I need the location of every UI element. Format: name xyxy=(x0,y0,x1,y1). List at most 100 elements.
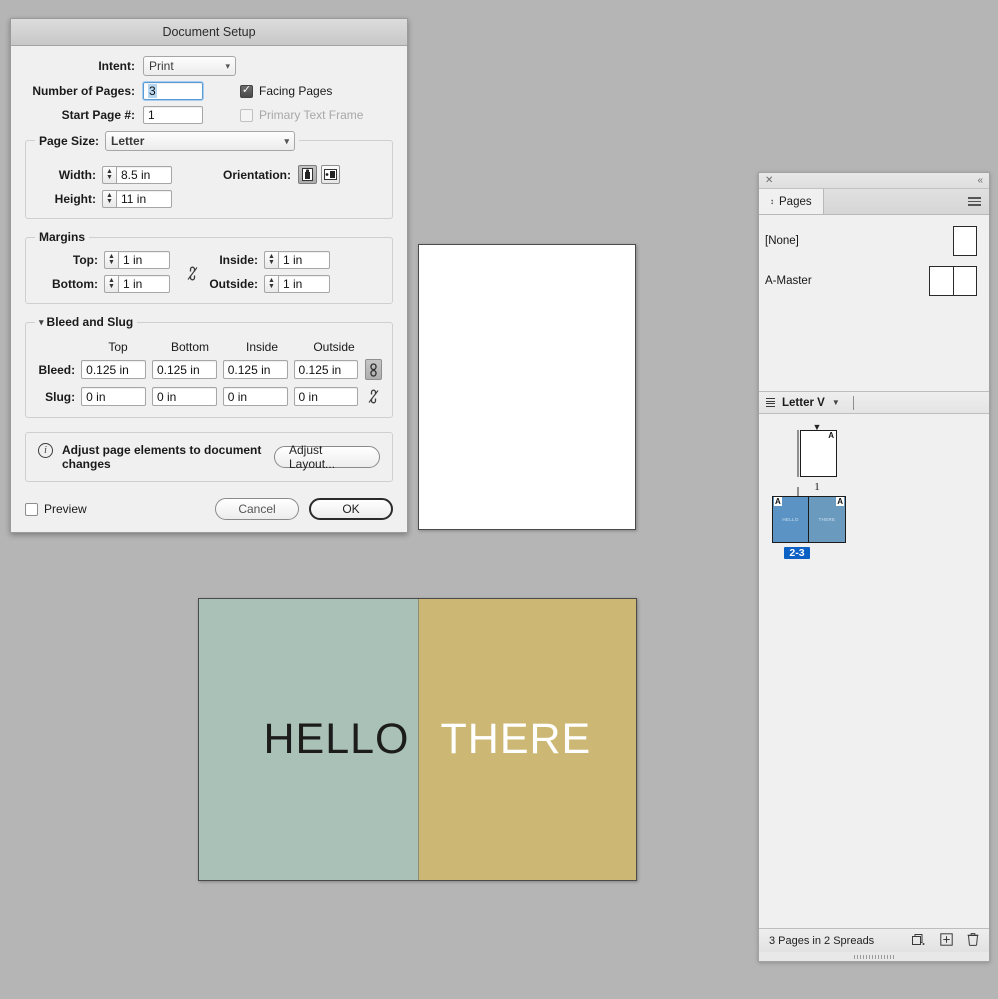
bleed-slug-title: Bleed and Slug xyxy=(46,315,134,329)
page-thumbnail-2[interactable]: A HELLO xyxy=(772,496,809,543)
portrait-icon xyxy=(302,168,313,181)
page-size-select[interactable]: Letter ▾ xyxy=(105,131,296,151)
primary-text-frame-checkbox[interactable]: Primary Text Frame xyxy=(240,108,363,122)
slug-bottom-input[interactable]: 0 in xyxy=(151,387,217,406)
bleed-outside-input[interactable]: 0.125 in xyxy=(293,360,359,379)
slug-outside-value: 0 in xyxy=(298,389,318,404)
margin-inside-stepper[interactable]: ▲ ▼ xyxy=(264,251,278,269)
panel-menu-area xyxy=(824,189,989,214)
list-icon[interactable] xyxy=(766,397,775,408)
margin-inside-label: Inside: xyxy=(219,253,258,267)
dialog-footer: Preview Cancel OK xyxy=(25,498,393,520)
preview-checkbox[interactable]: Preview xyxy=(25,502,87,516)
master-thumbnail-a-master[interactable] xyxy=(929,266,977,296)
master-item-none[interactable]: [None] xyxy=(759,221,989,261)
margin-inside-input[interactable]: 1 in xyxy=(278,251,330,269)
panel-top-bar: ✕ « xyxy=(759,173,989,189)
chevron-down-icon: ▾ xyxy=(225,60,230,71)
intent-label: Intent: xyxy=(98,59,135,73)
master-thumbnail-none[interactable] xyxy=(953,226,977,256)
margins-link-toggle[interactable] xyxy=(184,263,201,284)
stepper-down-icon: ▼ xyxy=(108,259,115,266)
page-item-1[interactable]: ▼ A 1 xyxy=(797,423,837,493)
margin-top-stepper[interactable]: ▲ ▼ xyxy=(104,251,118,269)
divider xyxy=(852,395,854,410)
slug-inside-input[interactable]: 0 in xyxy=(222,387,288,406)
primary-text-frame-label: Primary Text Frame xyxy=(259,108,364,122)
width-input[interactable]: 8.5 in xyxy=(116,165,172,184)
stepper-down-icon: ▼ xyxy=(106,198,113,205)
landscape-icon xyxy=(324,169,337,180)
canvas-page-2[interactable]: HELLO xyxy=(199,599,418,880)
page-thumbnail-1[interactable]: A xyxy=(800,430,837,477)
slug-top-value: 0 in xyxy=(86,389,106,404)
adjust-layout-button[interactable]: Adjust Layout... xyxy=(274,443,380,471)
width-label: Width: xyxy=(58,167,96,182)
master-badge: A xyxy=(836,497,844,506)
facing-pages-checkbox[interactable]: Facing Pages xyxy=(240,84,332,98)
height-row: Height: ▲ ▼ 11 in xyxy=(36,190,382,208)
bleed-inside-value: 0.125 in xyxy=(227,362,271,377)
master-item-a-master[interactable]: A-Master xyxy=(759,261,989,301)
bleed-top-input[interactable]: 0.125 in xyxy=(81,360,146,379)
page-item-2-3[interactable]: A HELLO A THERE 2-3 xyxy=(772,487,846,559)
adjust-layout-box: i Adjust page elements to document chang… xyxy=(25,432,393,482)
collapse-icon[interactable]: « xyxy=(977,175,983,186)
page-thumbnail-3[interactable]: A THERE xyxy=(809,496,846,543)
ok-button[interactable]: OK xyxy=(309,498,393,520)
cancel-button[interactable]: Cancel xyxy=(215,498,299,520)
start-page-input[interactable]: 1 xyxy=(143,106,203,124)
close-icon[interactable]: ✕ xyxy=(765,175,773,186)
chevron-down-icon[interactable]: ▼ xyxy=(832,398,840,407)
bleed-inside-input[interactable]: 0.125 in xyxy=(222,360,288,379)
orientation-landscape-button[interactable] xyxy=(321,165,340,184)
checkbox-icon-empty xyxy=(240,108,253,122)
bleed-bottom-input[interactable]: 0.125 in xyxy=(151,360,217,379)
margin-bottom-stepper[interactable]: ▲ ▼ xyxy=(104,275,118,293)
dialog-body: Intent: Print ▾ Number of Pages: 3 Facin… xyxy=(11,46,407,532)
start-page-value: 1 xyxy=(148,108,155,122)
panel-status-bar: 3 Pages in 2 Spreads xyxy=(759,928,989,952)
adjust-layout-message: Adjust page elements to document changes xyxy=(62,443,262,471)
canvas-page-3[interactable]: THERE xyxy=(417,599,636,880)
page-size-value: Letter xyxy=(111,134,145,148)
bleed-slug-header[interactable]: ▾ Bleed and Slug xyxy=(35,315,138,329)
intent-select[interactable]: Print ▾ xyxy=(143,56,236,76)
page-number-label-selected: 2-3 xyxy=(784,547,810,559)
bleed-link-toggle[interactable] xyxy=(365,359,382,380)
masters-list[interactable]: [None] A-Master xyxy=(759,215,989,392)
pages-panel: ✕ « ↕ Pages [None] A-Master Letter V ▼ ▼ xyxy=(758,172,990,962)
slug-outside-input[interactable]: 0 in xyxy=(293,387,359,406)
panel-menu-icon[interactable] xyxy=(968,197,981,206)
margins-title: Margins xyxy=(35,230,90,244)
bleed-slug-group: ▾ Bleed and Slug Top Bottom Inside Outsi… xyxy=(25,315,393,418)
new-master-icon[interactable] xyxy=(912,933,926,949)
pages-thumbnail-list[interactable]: ▼ A 1 A HELLO A THERE 2-3 xyxy=(759,414,989,928)
height-stepper[interactable]: ▲ ▼ xyxy=(102,190,116,208)
delete-page-icon[interactable] xyxy=(967,932,979,949)
margin-outside-stepper[interactable]: ▲ ▼ xyxy=(264,275,278,293)
slug-inside-value: 0 in xyxy=(227,389,248,404)
number-of-pages-input[interactable]: 3 xyxy=(142,81,204,101)
tab-pages[interactable]: ↕ Pages xyxy=(759,189,824,214)
intent-value: Print xyxy=(149,59,174,73)
preview-label: Preview xyxy=(44,502,87,516)
bleed-slug-column-headers: Top Bottom Inside Outside xyxy=(36,340,382,354)
margin-top-input[interactable]: 1 in xyxy=(118,251,170,269)
canvas-page-1[interactable] xyxy=(418,244,636,530)
new-page-icon[interactable] xyxy=(940,932,953,949)
margins-group: Margins Top: ▲ ▼ 1 in Inside: ▲ ▼ 1 in B… xyxy=(25,230,393,304)
page-number-label: 1 xyxy=(814,481,820,493)
chevron-down-icon: ▾ xyxy=(284,135,290,146)
panel-resize-grip[interactable] xyxy=(759,952,989,961)
slug-link-toggle[interactable] xyxy=(365,386,382,407)
margin-outside-input[interactable]: 1 in xyxy=(278,275,330,293)
width-stepper[interactable]: ▲ ▼ xyxy=(102,165,116,184)
number-of-pages-row: Number of Pages: 3 Facing Pages xyxy=(25,81,393,101)
intent-row: Intent: Print ▾ xyxy=(25,56,393,76)
canvas-spread-2-3[interactable]: HELLO THERE xyxy=(198,598,637,881)
slug-top-input[interactable]: 0 in xyxy=(81,387,146,406)
height-input[interactable]: 11 in xyxy=(116,190,172,208)
margin-bottom-input[interactable]: 1 in xyxy=(118,275,170,293)
orientation-portrait-button[interactable] xyxy=(298,165,317,184)
